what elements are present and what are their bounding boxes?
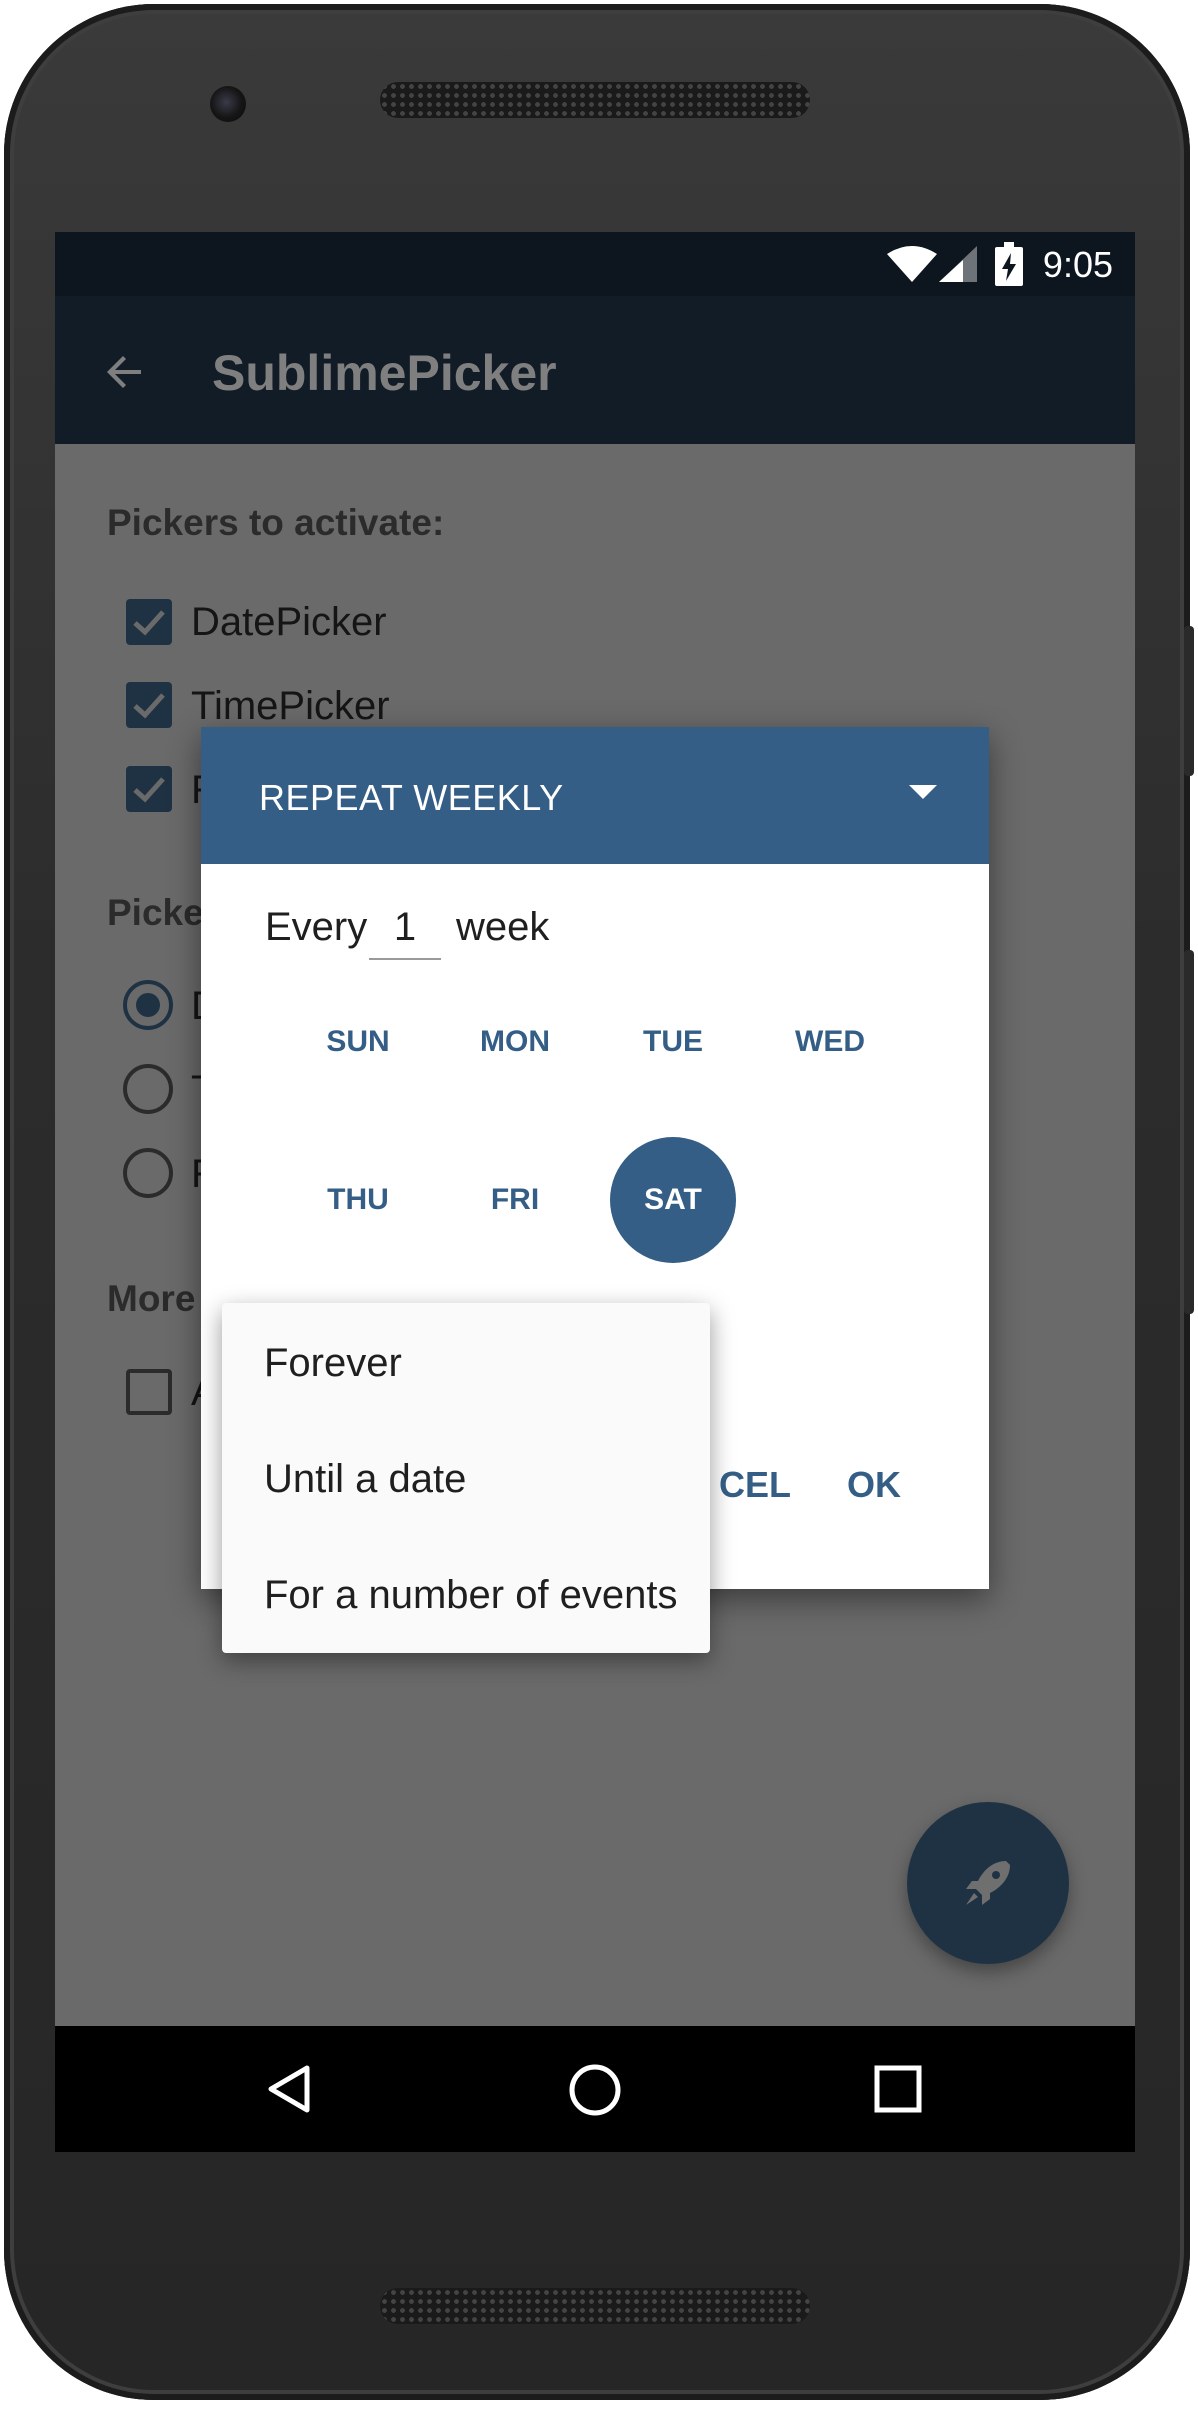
wifi-icon: [887, 246, 937, 282]
radio-date-default[interactable]: [123, 980, 173, 1030]
home-circle-icon[interactable]: [567, 2062, 623, 2118]
checkbox-timepicker[interactable]: [126, 682, 172, 728]
day-wed[interactable]: WED: [767, 979, 893, 1105]
bottom-speaker-grille: [380, 2288, 810, 2324]
every-prefix-label: Every: [265, 905, 368, 949]
arrow-left-icon[interactable]: [101, 348, 149, 396]
day-tue[interactable]: TUE: [610, 979, 736, 1105]
menu-item-number-of-events[interactable]: For a number of events: [264, 1573, 678, 1618]
power-button: [1184, 626, 1194, 776]
day-sun[interactable]: SUN: [295, 979, 421, 1105]
battery-charging-icon: [995, 242, 1023, 286]
cancel-button[interactable]: CEL: [719, 1464, 791, 1506]
recurrence-type-dropdown[interactable]: REPEAT WEEKLY: [201, 727, 989, 864]
recurrence-type-label: REPEAT WEEKLY: [259, 777, 564, 818]
checkbox-label-timepicker: TimePicker: [191, 684, 390, 728]
ok-button[interactable]: OK: [847, 1464, 901, 1506]
interval-input[interactable]: 1: [369, 905, 441, 960]
back-triangle-icon[interactable]: [263, 2062, 317, 2116]
radio-recurrence-default[interactable]: [123, 1148, 173, 1198]
system-navigation-bar: [55, 2026, 1135, 2152]
checkbox-label-datepicker: DatePicker: [191, 600, 387, 644]
page-title: SublimePicker: [212, 345, 557, 401]
day-thu[interactable]: THU: [295, 1137, 421, 1263]
checkbox-datepicker[interactable]: [126, 599, 172, 645]
front-camera: [210, 86, 246, 122]
section-more-options: More: [107, 1278, 196, 1319]
dropdown-arrow-icon: [909, 785, 937, 799]
status-bar: 9:05: [55, 232, 1135, 296]
menu-item-until-date[interactable]: Until a date: [264, 1457, 466, 1502]
section-pickers-to-activate: Pickers to activate:: [107, 502, 445, 543]
day-mon[interactable]: MON: [452, 979, 578, 1105]
rocket-icon: [966, 1861, 1010, 1905]
interval-unit-label: week: [456, 905, 550, 949]
day-sat[interactable]: SAT: [610, 1137, 736, 1263]
device-screen: 9:05 SublimePicker Pickers to activate: …: [55, 232, 1135, 2152]
top-speaker-grille: [380, 82, 810, 118]
menu-item-forever[interactable]: Forever: [264, 1341, 402, 1386]
section-picker-default: Picke: [107, 892, 204, 933]
launch-picker-fab[interactable]: [907, 1802, 1069, 1964]
volume-button: [1184, 950, 1194, 1314]
cell-signal-icon: [939, 246, 977, 282]
day-fri[interactable]: FRI: [452, 1137, 578, 1263]
app-toolbar: SublimePicker: [55, 296, 1135, 444]
status-time: 9:05: [1042, 244, 1113, 285]
checkbox-more-option[interactable]: [126, 1369, 172, 1415]
radio-time-default[interactable]: [123, 1064, 173, 1114]
end-condition-menu: Forever Until a date For a number of eve…: [222, 1303, 710, 1653]
recents-square-icon[interactable]: [873, 2064, 923, 2114]
checkbox-recurrencepicker[interactable]: [126, 766, 172, 812]
